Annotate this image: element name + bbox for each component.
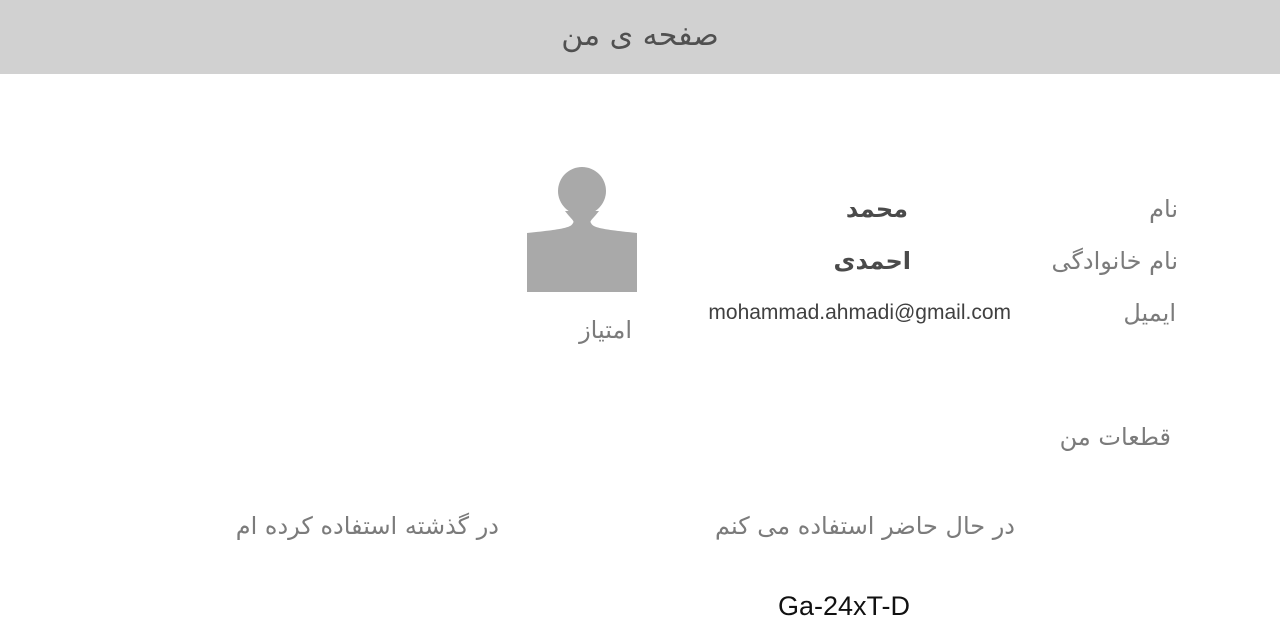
email-label: ایمیل <box>1123 299 1176 327</box>
my-parts-title: قطعات من <box>1059 423 1171 451</box>
last-name-label: نام خانوادگی <box>1051 247 1179 275</box>
first-name-value: محمد <box>845 195 908 223</box>
score-label: امتیاز <box>579 316 632 344</box>
currently-using-title: در حال حاضر استفاده می کنم <box>714 512 1015 540</box>
page-title: صفحه ی من <box>561 18 719 53</box>
user-silhouette-icon <box>527 167 637 292</box>
last-name-value: احمدی <box>833 247 911 275</box>
first-name-label: نام <box>1149 195 1178 223</box>
email-value: mohammad.ahmadi@gmail.com <box>708 301 1011 324</box>
previously-used-title: در گذشته استفاده کرده ام <box>235 512 499 540</box>
header-bar: صفحه ی من <box>0 0 1280 74</box>
current-part-item[interactable]: Ga-24xT-D <box>778 593 910 620</box>
